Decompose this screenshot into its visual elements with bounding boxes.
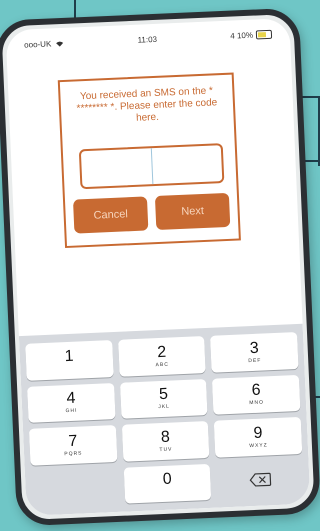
key-letters: MNO xyxy=(249,399,265,407)
cancel-button[interactable]: Cancel xyxy=(72,196,149,234)
key-6[interactable]: 6 MNO xyxy=(212,374,301,415)
phone-mockup: ooo-UK 11:03 4 10% You received an SMS o… xyxy=(0,7,320,527)
key-7[interactable]: 7 PQRS xyxy=(28,425,118,466)
key-letters: DEF xyxy=(248,357,262,364)
key-letters: ABC xyxy=(155,361,170,368)
sms-code-dialog: You received an SMS on the * ******** *.… xyxy=(57,72,241,249)
key-letters: TUV xyxy=(159,446,173,453)
key-digit: 5 xyxy=(158,385,169,404)
key-digit: 4 xyxy=(66,389,76,408)
key-0[interactable]: 0 xyxy=(123,463,212,504)
backspace-icon xyxy=(249,472,271,487)
key-digit: 7 xyxy=(68,432,78,450)
key-digit: 8 xyxy=(160,428,171,446)
key-5[interactable]: 5 JKL xyxy=(119,378,208,419)
key-digit: 3 xyxy=(249,339,260,357)
wifi-icon xyxy=(56,41,64,47)
key-3[interactable]: 3 DEF xyxy=(210,332,299,373)
dialog-message: You received an SMS on the * ******** *.… xyxy=(76,85,218,124)
status-time: 11:03 xyxy=(137,34,158,45)
code-input-group xyxy=(78,143,225,190)
delete-key[interactable] xyxy=(216,459,304,499)
key-digit: 9 xyxy=(253,424,263,442)
key-4[interactable]: 4 GHI xyxy=(27,382,116,423)
key-letters: GHI xyxy=(65,407,78,415)
key-8[interactable]: 8 TUV xyxy=(121,420,210,462)
key-letters: JKL xyxy=(158,403,171,411)
status-right: 4 10% xyxy=(230,29,273,41)
code-input-2[interactable] xyxy=(151,145,222,184)
key-digit: 1 xyxy=(64,347,74,365)
key-blank xyxy=(31,467,119,507)
dialog-buttons: Cancel Next xyxy=(72,192,231,234)
keypad-grid: 1 2 ABC 3 DEF 4 GHI 5 JKL 6 MNO 7 PQRS 8… xyxy=(19,324,311,516)
status-bar: ooo-UK 11:03 4 10% xyxy=(6,24,291,54)
next-button[interactable]: Next xyxy=(154,192,231,231)
code-input-1[interactable] xyxy=(80,148,153,188)
key-letters: PQRS xyxy=(64,450,83,458)
battery-label: 4 10% xyxy=(230,30,254,41)
key-9[interactable]: 9 WXYZ xyxy=(214,416,303,458)
key-digit: 2 xyxy=(156,343,167,361)
carrier-label: ooo-UK xyxy=(23,38,52,50)
battery-icon xyxy=(255,29,273,40)
key-letters: WXYZ xyxy=(249,442,268,449)
numeric-keypad: 1 2 ABC 3 DEF 4 GHI 5 JKL 6 MNO 7 PQRS 8… xyxy=(18,323,311,516)
key-1[interactable]: 1 xyxy=(25,340,114,381)
status-left: ooo-UK xyxy=(24,38,64,49)
phone-screen: ooo-UK 11:03 4 10% You received an SMS o… xyxy=(5,18,311,516)
key-digit: 6 xyxy=(251,381,261,400)
key-2[interactable]: 2 ABC xyxy=(117,336,206,377)
key-digit: 0 xyxy=(162,470,173,489)
phone-frame: ooo-UK 11:03 4 10% You received an SMS o… xyxy=(0,7,320,527)
